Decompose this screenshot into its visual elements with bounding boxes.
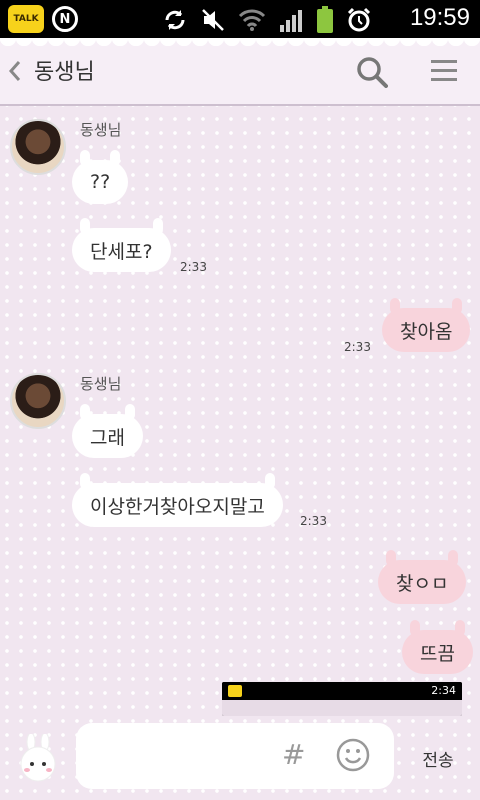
bubble-ear — [452, 298, 463, 314]
bubble-ear — [386, 550, 396, 566]
search-icon[interactable] — [356, 56, 388, 88]
status-icons — [162, 6, 372, 34]
back-icon[interactable] — [8, 60, 22, 82]
bubble-ear — [390, 298, 400, 314]
sync-icon — [165, 10, 185, 30]
avatar[interactable] — [10, 119, 66, 175]
bubble-ear — [80, 473, 90, 489]
message-bubble[interactable]: 찾아옴 — [382, 298, 471, 352]
message-text: ?? — [90, 171, 111, 193]
message-time: 2:33 — [180, 260, 207, 274]
chat-title: 동생님 — [34, 60, 95, 85]
menu-icon[interactable] — [430, 58, 458, 84]
mute-icon — [202, 9, 224, 31]
n-label: N — [59, 11, 71, 27]
message-bubble[interactable]: 그래 — [72, 404, 143, 458]
thumbnail-header — [222, 700, 462, 716]
hash-icon[interactable]: # — [282, 738, 305, 771]
talk-label: TALK — [13, 14, 39, 24]
wifi-icon — [238, 9, 266, 31]
message-bubble[interactable]: 찾ㅇㅁ — [378, 550, 467, 604]
sender-name: 동생님 — [80, 375, 122, 393]
bubble-ear — [110, 150, 121, 166]
message-text: 찾ㅇㅁ — [396, 572, 449, 595]
emoticon-bunny-icon[interactable] — [14, 734, 62, 782]
alarm-icon — [347, 7, 371, 32]
bubble-ear — [124, 404, 135, 420]
bubble-ear — [152, 218, 163, 234]
message-bubble[interactable]: 단세포? — [72, 218, 171, 272]
bubble-ear — [454, 620, 465, 636]
message-time: 2:33 — [344, 340, 371, 354]
message-text: 찾아옴 — [400, 320, 453, 343]
smiley-icon[interactable] — [336, 738, 370, 772]
signal-icon — [280, 10, 302, 32]
battery-icon — [317, 6, 333, 33]
message-text: 이상한거찾아오지말고 — [90, 495, 265, 518]
image-preview-thumbnail[interactable]: 2:34 — [222, 682, 462, 716]
message-bubble[interactable]: 이상한거찾아오지말고 — [72, 473, 283, 527]
message-bubble[interactable]: ?? — [72, 150, 129, 204]
bubble-ear — [410, 620, 420, 636]
message-text: 뜨끔 — [420, 642, 455, 665]
kakaotalk-icon: TALK — [8, 5, 44, 33]
message-time: 2:33 — [300, 514, 327, 528]
bubble-ear — [448, 550, 459, 566]
bubble-ear — [80, 218, 90, 234]
thumbnail-talk-icon — [228, 685, 242, 697]
sender-name: 동생님 — [80, 121, 122, 139]
avatar[interactable] — [10, 373, 66, 429]
message-text: 단세포? — [90, 240, 153, 263]
thumbnail-status-bar: 2:34 — [222, 682, 462, 700]
message-text: 그래 — [90, 426, 125, 449]
n-notification-icon: N — [52, 6, 78, 32]
bubble-ear — [80, 150, 90, 166]
thumbnail-time: 2:34 — [431, 684, 456, 697]
bubble-ear — [264, 473, 275, 489]
status-clock: 19:59 — [409, 4, 470, 31]
chat-header: 동생님 — [0, 38, 480, 106]
message-bubble[interactable]: 뜨끔 — [402, 620, 473, 674]
status-bar: TALK N 19:59 — [0, 0, 480, 38]
bubble-ear — [80, 404, 90, 420]
send-button[interactable]: 전송 — [414, 744, 462, 772]
